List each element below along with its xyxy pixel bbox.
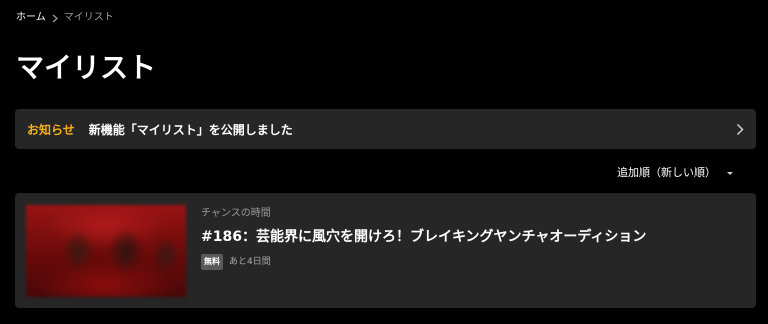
- chevron-right-icon: [52, 14, 58, 23]
- episode-meta: 無料 あと4日間: [201, 254, 271, 270]
- mylist-item[interactable]: チャンスの時間 #186：芸能界に風穴を開けろ！ブレイキングヤンチャオーディショ…: [15, 193, 756, 308]
- episode-title[interactable]: #186：芸能界に風穴を開けろ！ブレイキングヤンチャオーディション: [201, 226, 646, 248]
- notice-text: 新機能「マイリスト」を公開しました: [88, 122, 293, 137]
- chevron-right-icon: [736, 123, 744, 136]
- notice-banner[interactable]: お知らせ 新機能「マイリスト」を公開しました: [15, 109, 756, 149]
- sort-label: 追加順（新しい順）: [617, 166, 716, 179]
- caret-down-icon: [726, 171, 734, 176]
- breadcrumb: ホーム マイリスト: [16, 11, 114, 25]
- page-title: マイリスト: [16, 51, 157, 84]
- availability-remaining: あと4日間: [229, 257, 271, 267]
- channel-name: チャンスの時間: [201, 208, 271, 219]
- free-badge: 無料: [201, 254, 223, 270]
- breadcrumb-home-link[interactable]: ホーム: [16, 11, 46, 25]
- notice-tag: お知らせ: [27, 122, 75, 137]
- episode-thumbnail[interactable]: [26, 205, 186, 297]
- breadcrumb-current: マイリスト: [63, 12, 114, 23]
- sort-dropdown[interactable]: 追加順（新しい順）: [617, 165, 734, 181]
